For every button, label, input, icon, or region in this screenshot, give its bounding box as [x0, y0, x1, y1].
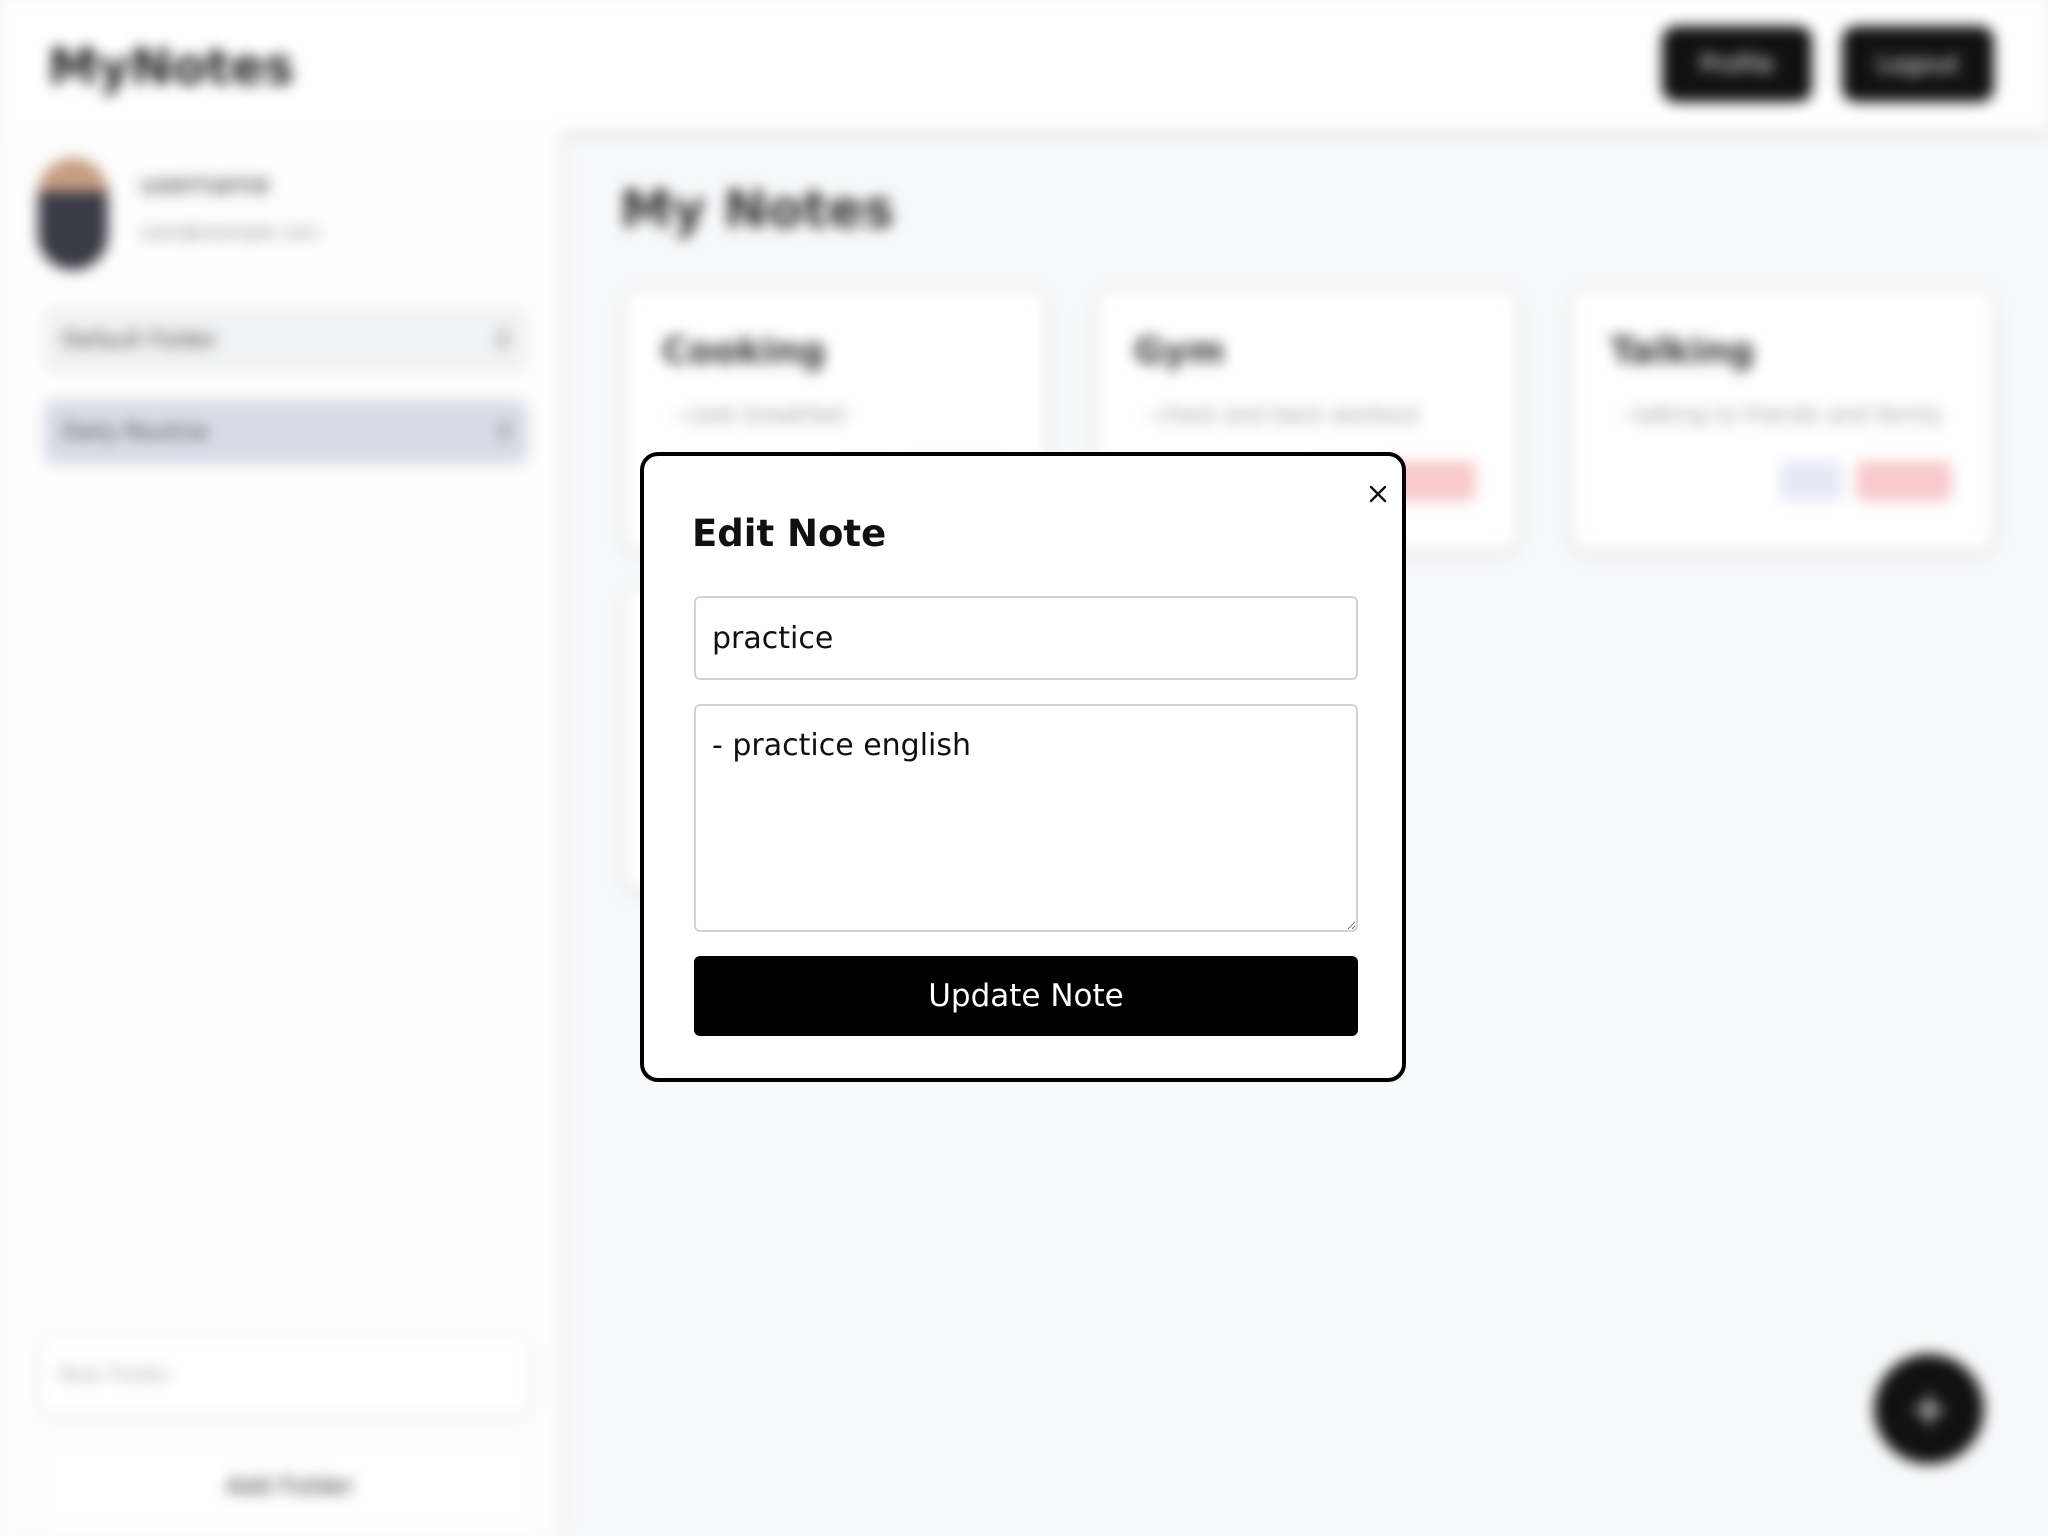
note-card-body: - cook breakfast [670, 403, 848, 428]
modal-title: Edit Note [692, 512, 887, 555]
sidebar-item-label: Default Folder [62, 327, 218, 353]
logout-button[interactable]: Logout [1842, 26, 1994, 102]
update-note-button[interactable]: Update Note [694, 956, 1358, 1036]
note-card-title: Talking [1610, 331, 1755, 372]
delete-note-button[interactable] [1856, 461, 1952, 501]
edit-note-button[interactable] [1780, 461, 1842, 501]
close-icon [1369, 485, 1387, 503]
note-card-title: Gym [1134, 331, 1225, 372]
new-folder-input[interactable]: New Folder [40, 1335, 530, 1415]
add-note-button[interactable]: + [1874, 1354, 1984, 1464]
note-card-body: - chest and back workout [1142, 403, 1420, 428]
note-card-body: - talking to friends and family [1618, 403, 1944, 428]
brand-logo: MyNotes [48, 38, 295, 96]
sidebar-item-label: Daily Routine [62, 419, 209, 445]
profile-button[interactable]: Profile [1662, 26, 1812, 102]
note-content-textarea[interactable]: - practice english [694, 704, 1358, 932]
add-folder-button[interactable]: Add Folder [50, 1446, 530, 1526]
sidebar-item-count: 3 [496, 419, 510, 445]
sidebar-item-folder[interactable]: Default Folder 2 [44, 308, 528, 372]
top-navbar: MyNotes Profile Logout [0, 0, 2048, 130]
page-title: My Notes [620, 180, 895, 240]
note-card[interactable]: Talking - talking to friends and family [1573, 290, 1993, 550]
profile-email: user@example.com [140, 222, 319, 243]
note-card-title: Cooking [662, 331, 826, 372]
profile-name: username [140, 170, 270, 200]
sidebar: username user@example.com Default Folder… [0, 130, 565, 1536]
sidebar-item-count: 2 [496, 327, 510, 353]
edit-note-modal: Edit Note - practice english Update Note [640, 452, 1406, 1082]
avatar [38, 158, 108, 270]
close-button[interactable] [1358, 474, 1398, 514]
sidebar-item-folder-active[interactable]: Daily Routine 3 [44, 400, 528, 464]
note-title-input[interactable] [694, 596, 1358, 680]
